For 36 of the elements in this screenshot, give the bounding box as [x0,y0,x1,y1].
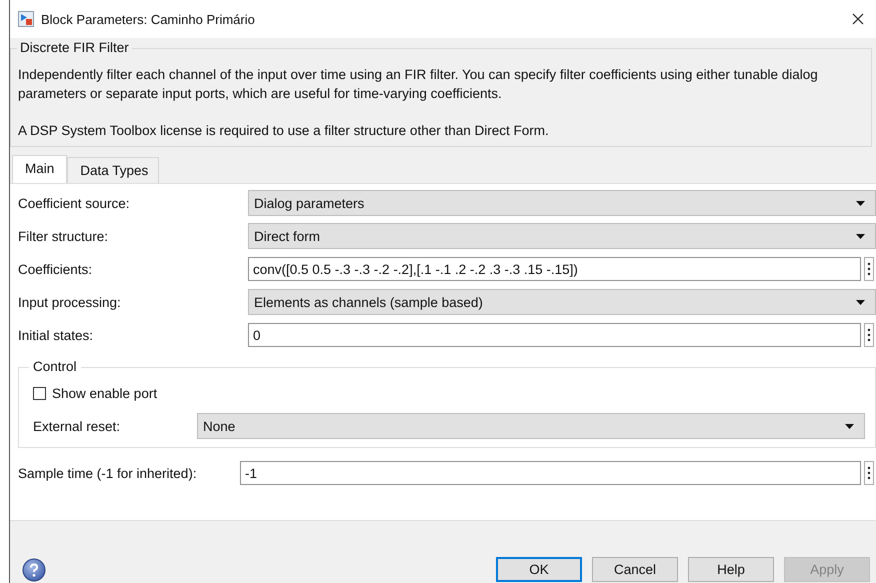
parameter-label: Initial states: [18,328,94,342]
caret-icon [845,424,854,428]
window-title: Block Parameters: Caminho Primário [41,12,255,26]
more-icon[interactable] [864,323,874,347]
checkbox[interactable] [33,387,46,400]
tab[interactable]: Main [12,155,68,183]
more-icon[interactable] [864,461,874,485]
help-icon[interactable] [22,558,46,582]
input-field[interactable]: 0 [248,323,861,347]
input-field[interactable]: conv([0.5 0.5 -.3 -.3 -.2 -.2],[.1 -.1 .2 -.2 .3 -.3 .15 -.15]) [248,257,861,281]
close-icon[interactable] [852,13,864,25]
dialog-button[interactable]: OK [496,557,582,582]
dialog-button[interactable]: Help [688,557,774,582]
parameter-label: External reset: [33,418,122,434]
checkbox-label: Show enable port [52,386,158,401]
parameter-label: Coefficients: [18,262,94,276]
parameter-label: Sample time (-1 for inherited): [18,466,198,480]
more-icon[interactable] [864,257,874,281]
dialog-button[interactable]: Cancel [592,557,678,582]
description-text: Independently filter each channel of the input over time using an FIR filter. You can specify filter coefficients using either tunable dialog parameters or separate input ports, which are useful for time-varying coefficients. [18,66,819,103]
caret-icon [856,234,865,238]
dropdown[interactable]: None [197,413,865,439]
parameter-label: Coefficient source: [18,196,131,210]
input-field[interactable]: -1 [240,461,861,485]
tab[interactable]: Data Types [67,157,160,183]
description-text: A DSP System Toolbox license is required to use a filter structure other than Direct Form. [18,122,550,140]
group-title: Discrete FIR Filter [17,40,132,55]
dropdown[interactable]: Elements as channels (sample based) [248,289,876,315]
dropdown[interactable]: Direct form [248,223,876,249]
parameter-label: Input processing: [18,294,122,310]
caret-icon [856,300,865,304]
group-title: Control [29,359,81,374]
parameter-label: Filter structure: [18,228,110,244]
app-icon [18,11,34,27]
caret-icon [856,200,865,206]
dropdown[interactable]: Dialog parameters [248,190,876,216]
